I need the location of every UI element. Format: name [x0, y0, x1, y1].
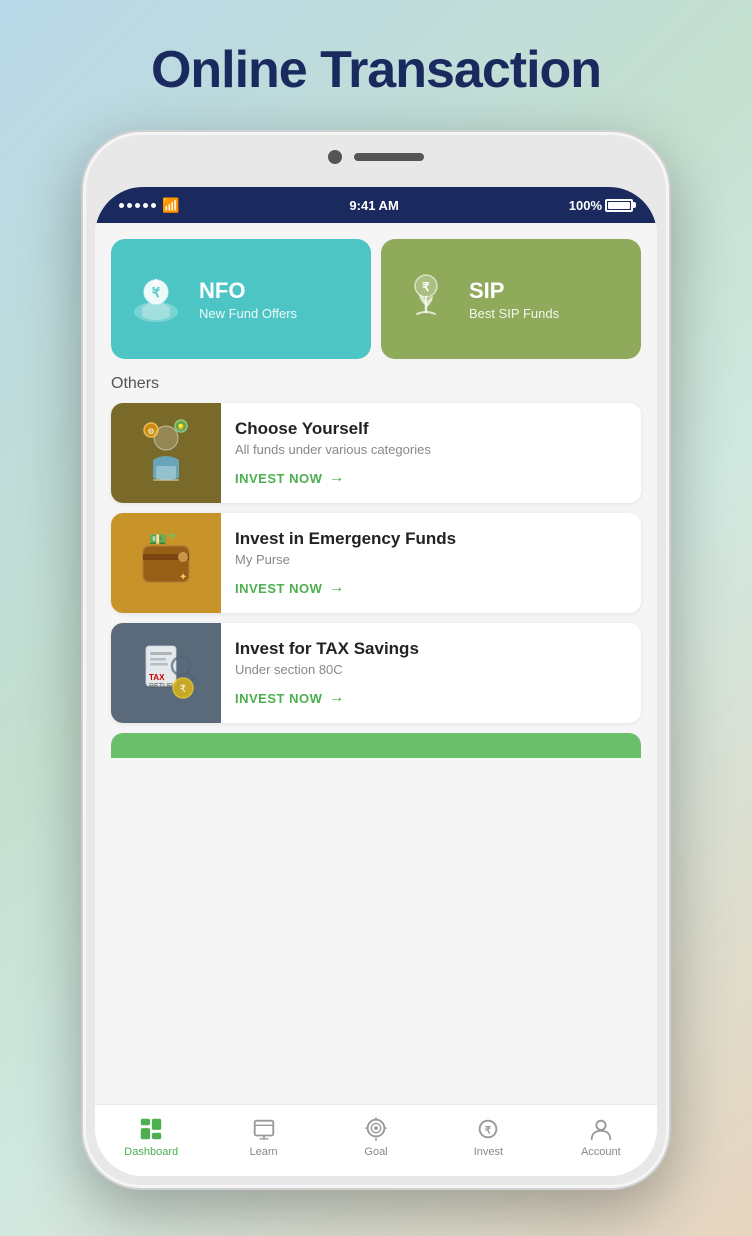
nav-item-learn[interactable]: Learn — [207, 1116, 319, 1158]
product-cards-row: ₹ NFO New Fund Offers — [95, 223, 657, 359]
svg-text:TAX: TAX — [149, 673, 165, 682]
status-left: 📶 — [119, 197, 179, 214]
list-item-emergency-funds[interactable]: 💵 ✦ ✦ Invest in Emergency Funds My Purse… — [111, 513, 641, 613]
account-label: Account — [581, 1146, 621, 1158]
invest-arrow-icon: → — [328, 579, 345, 597]
emergency-funds-invest-button[interactable]: INVEST NOW → — [235, 579, 627, 597]
emergency-funds-subtitle: My Purse — [235, 552, 627, 567]
sip-title: SIP — [469, 278, 559, 304]
svg-text:₹: ₹ — [180, 684, 186, 695]
tax-savings-title: Invest for TAX Savings — [235, 639, 627, 659]
choose-yourself-image: ⚙ 💡 — [111, 403, 221, 503]
sip-card-text: SIP Best SIP Funds — [469, 278, 559, 321]
tax-savings-image: TAX RETURN ₹ — [111, 623, 221, 723]
svg-text:₹: ₹ — [485, 1125, 492, 1136]
screen-content: ₹ NFO New Fund Offers — [95, 223, 657, 1176]
list-item-tax-savings[interactable]: TAX RETURN ₹ Invest for TAX — [111, 623, 641, 723]
nfo-subtitle: New Fund Offers — [199, 306, 297, 321]
svg-text:₹: ₹ — [422, 280, 430, 294]
wifi-icon: 📶 — [162, 197, 179, 214]
phone-notch — [328, 150, 424, 164]
battery-icon — [605, 199, 633, 212]
svg-text:✦: ✦ — [179, 572, 187, 583]
svg-text:⚙: ⚙ — [147, 427, 154, 436]
invest-label: Invest — [474, 1146, 503, 1158]
choose-yourself-content: Choose Yourself All funds under various … — [221, 403, 641, 503]
sip-card-icon: ₹ — [397, 270, 455, 328]
goal-label: Goal — [364, 1146, 387, 1158]
emergency-funds-content: Invest in Emergency Funds My Purse INVES… — [221, 513, 641, 613]
dashboard-label: Dashboard — [124, 1146, 178, 1158]
bottom-navigation: Dashboard Learn — [95, 1104, 657, 1176]
battery-percent: 100% — [569, 198, 602, 213]
tax-savings-subtitle: Under section 80C — [235, 662, 627, 677]
nav-item-dashboard[interactable]: Dashboard — [95, 1116, 207, 1158]
status-time: 9:41 AM — [349, 198, 398, 213]
phone-screen: 📶 9:41 AM 100% — [95, 187, 657, 1176]
emergency-funds-image: 💵 ✦ ✦ — [111, 513, 221, 613]
emergency-funds-title: Invest in Emergency Funds — [235, 529, 627, 549]
nfo-title: NFO — [199, 278, 297, 304]
page-title: Online Transaction — [0, 0, 752, 100]
nfo-card-icon: ₹ — [127, 270, 185, 328]
invest-arrow-icon: → — [328, 469, 345, 487]
signal-dots — [119, 203, 156, 208]
goal-icon — [363, 1116, 389, 1142]
battery: 100% — [569, 198, 633, 213]
svg-text:💵: 💵 — [149, 531, 166, 547]
list-item-choose-yourself[interactable]: ⚙ 💡 Choose Yourself — [111, 403, 641, 503]
nav-item-account[interactable]: Account — [545, 1116, 657, 1158]
nav-item-goal[interactable]: Goal — [320, 1116, 432, 1158]
sip-card[interactable]: ₹ SIP Best S — [381, 239, 641, 359]
nfo-card-text: NFO New Fund Offers — [199, 278, 297, 321]
sip-subtitle: Best SIP Funds — [469, 306, 559, 321]
phone-speaker — [354, 153, 424, 161]
invest-arrow-icon: → — [328, 689, 345, 707]
others-label: Others — [95, 359, 657, 403]
tax-savings-content: Invest for TAX Savings Under section 80C… — [221, 623, 641, 723]
learn-label: Learn — [250, 1146, 278, 1158]
status-bar: 📶 9:41 AM 100% — [95, 187, 657, 223]
nfo-card[interactable]: ₹ NFO New Fund Offers — [111, 239, 371, 359]
nav-item-invest[interactable]: ₹ Invest — [432, 1116, 544, 1158]
phone-frame: 📶 9:41 AM 100% — [81, 130, 671, 1190]
tax-savings-invest-button[interactable]: INVEST NOW → — [235, 689, 627, 707]
invest-icon: ₹ — [475, 1116, 501, 1142]
choose-yourself-subtitle: All funds under various categories — [235, 442, 627, 457]
learn-icon — [251, 1116, 277, 1142]
front-camera — [328, 150, 342, 164]
choose-yourself-invest-button[interactable]: INVEST NOW → — [235, 469, 627, 487]
choose-yourself-title: Choose Yourself — [235, 419, 627, 439]
account-icon — [588, 1116, 614, 1142]
dashboard-icon — [138, 1116, 164, 1142]
svg-text:✦: ✦ — [167, 529, 177, 543]
partial-card — [111, 733, 641, 758]
svg-text:💡: 💡 — [177, 423, 186, 432]
investment-list: ⚙ 💡 Choose Yourself — [95, 403, 657, 723]
